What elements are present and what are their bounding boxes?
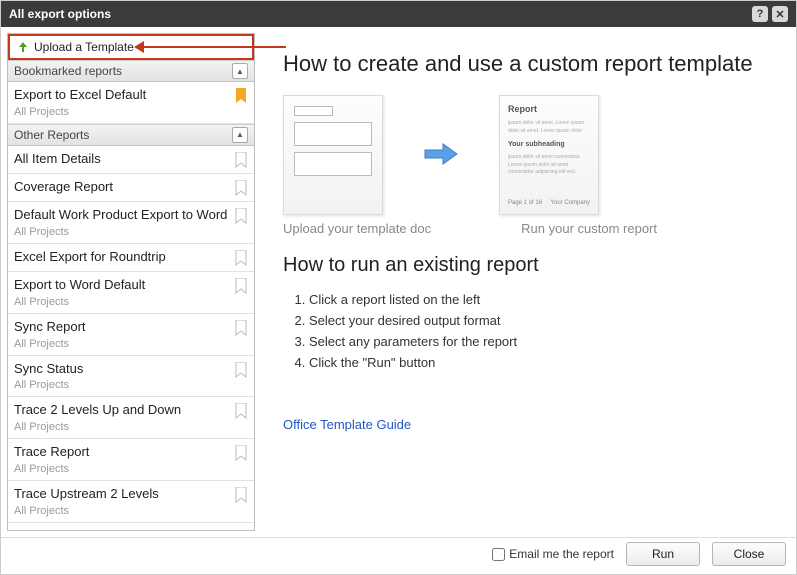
report-sub: All Projects: [14, 379, 234, 391]
report-item[interactable]: Trace 2 Levels Up and Down All Projects: [8, 397, 254, 439]
report-name: Trace Report: [14, 444, 234, 461]
report-name: All Item Details: [14, 151, 234, 168]
report-name: Export to Excel Default: [14, 87, 234, 104]
email-report-checkbox[interactable]: Email me the report: [492, 547, 614, 561]
report-item[interactable]: All Item Details: [8, 146, 254, 174]
report-item[interactable]: Default Work Product Export to Word All …: [8, 202, 254, 244]
template-doc-illustration: [283, 95, 383, 215]
section-bookmarked-header[interactable]: Bookmarked reports ▲: [8, 60, 254, 82]
report-name: Trace 2 Levels Up and Down: [14, 402, 234, 419]
close-icon[interactable]: ✕: [772, 6, 788, 22]
report-sub: All Projects: [14, 106, 234, 118]
caption-upload: Upload your template doc: [283, 221, 431, 236]
report-name: Trace Upstream 2 Levels: [14, 486, 234, 503]
sample-subheading: Your subheading: [508, 141, 590, 148]
heading-run: How to run an existing report: [283, 254, 762, 277]
report-item[interactable]: Sync Report All Projects: [8, 314, 254, 356]
caption-run: Run your custom report: [521, 221, 657, 236]
report-name: Sync Report: [14, 319, 234, 336]
report-name: Excel Export for Roundtrip: [14, 249, 234, 266]
collapse-icon[interactable]: ▲: [232, 63, 248, 79]
bookmark-icon[interactable]: [234, 87, 248, 104]
report-name: Export to Word Default: [14, 277, 234, 294]
email-report-input[interactable]: [492, 548, 505, 561]
footer-bar: Email me the report Run Close: [1, 537, 796, 570]
report-sub: All Projects: [14, 505, 234, 517]
steps-list: Click a report listed on the left Select…: [309, 289, 762, 373]
bookmark-outline-icon[interactable]: [234, 361, 248, 378]
report-name: Coverage Report: [14, 179, 234, 196]
main-panel: How to create and use a custom report te…: [255, 33, 790, 531]
step: Click the "Run" button: [309, 352, 762, 373]
titlebar: All export options ? ✕: [1, 1, 796, 27]
arrow-right-icon: [423, 140, 459, 171]
report-sub: All Projects: [14, 296, 234, 308]
report-item[interactable]: Trace Report All Projects: [8, 439, 254, 481]
office-template-guide-link[interactable]: Office Template Guide: [283, 417, 411, 432]
bookmark-outline-icon[interactable]: [234, 402, 248, 419]
bookmark-outline-icon[interactable]: [234, 444, 248, 461]
sample-page-footer: Page 1 of 16: [508, 200, 542, 206]
section-bookmarked-label: Bookmarked reports: [14, 64, 232, 78]
step: Click a report listed on the left: [309, 289, 762, 310]
sample-company-footer: Your Company: [551, 200, 590, 206]
report-sub: All Projects: [14, 463, 234, 475]
report-item[interactable]: Trace Upstream 2 Levels All Projects: [8, 481, 254, 523]
sidebar: Upload a Template Bookmarked reports ▲ E…: [7, 33, 255, 531]
upload-template-button[interactable]: Upload a Template: [8, 34, 254, 60]
step: Select any parameters for the report: [309, 331, 762, 352]
heading-create: How to create and use a custom report te…: [283, 51, 762, 77]
report-item[interactable]: Coverage Report: [8, 174, 254, 202]
report-sub: All Projects: [14, 421, 234, 433]
bookmark-outline-icon[interactable]: [234, 179, 248, 196]
help-icon[interactable]: ?: [752, 6, 768, 22]
report-sub: All Projects: [14, 338, 234, 350]
run-button[interactable]: Run: [626, 542, 700, 566]
collapse-icon[interactable]: ▲: [232, 127, 248, 143]
section-other-header[interactable]: Other Reports ▲: [8, 124, 254, 146]
report-doc-illustration: Report ipsum dolor sit amet. Lorem ipsum…: [499, 95, 599, 215]
diagram-row: Report ipsum dolor sit amet. Lorem ipsum…: [283, 95, 762, 215]
bookmark-outline-icon[interactable]: [234, 486, 248, 503]
bookmark-outline-icon[interactable]: [234, 207, 248, 224]
section-other-label: Other Reports: [14, 128, 232, 142]
report-name: Default Work Product Export to Word: [14, 207, 234, 224]
bookmark-outline-icon[interactable]: [234, 277, 248, 294]
report-name: Sync Status: [14, 361, 234, 378]
report-sub: All Projects: [14, 226, 234, 238]
report-item[interactable]: Export to Word Default All Projects: [8, 272, 254, 314]
step: Select your desired output format: [309, 310, 762, 331]
upload-template-label: Upload a Template: [34, 40, 134, 54]
sample-report-title: Report: [508, 104, 590, 114]
close-button[interactable]: Close: [712, 542, 786, 566]
report-item[interactable]: Excel Export for Roundtrip: [8, 244, 254, 272]
email-report-label: Email me the report: [509, 547, 614, 561]
window-title: All export options: [9, 7, 111, 21]
upload-icon: [16, 40, 30, 54]
body-area: Upload a Template Bookmarked reports ▲ E…: [1, 27, 796, 537]
caption-row: Upload your template doc Run your custom…: [283, 221, 762, 236]
report-item[interactable]: Export to Excel Default All Projects: [8, 82, 254, 124]
bookmark-outline-icon[interactable]: [234, 151, 248, 168]
bookmark-outline-icon[interactable]: [234, 249, 248, 266]
bookmark-outline-icon[interactable]: [234, 319, 248, 336]
report-item[interactable]: Sync Status All Projects: [8, 356, 254, 398]
